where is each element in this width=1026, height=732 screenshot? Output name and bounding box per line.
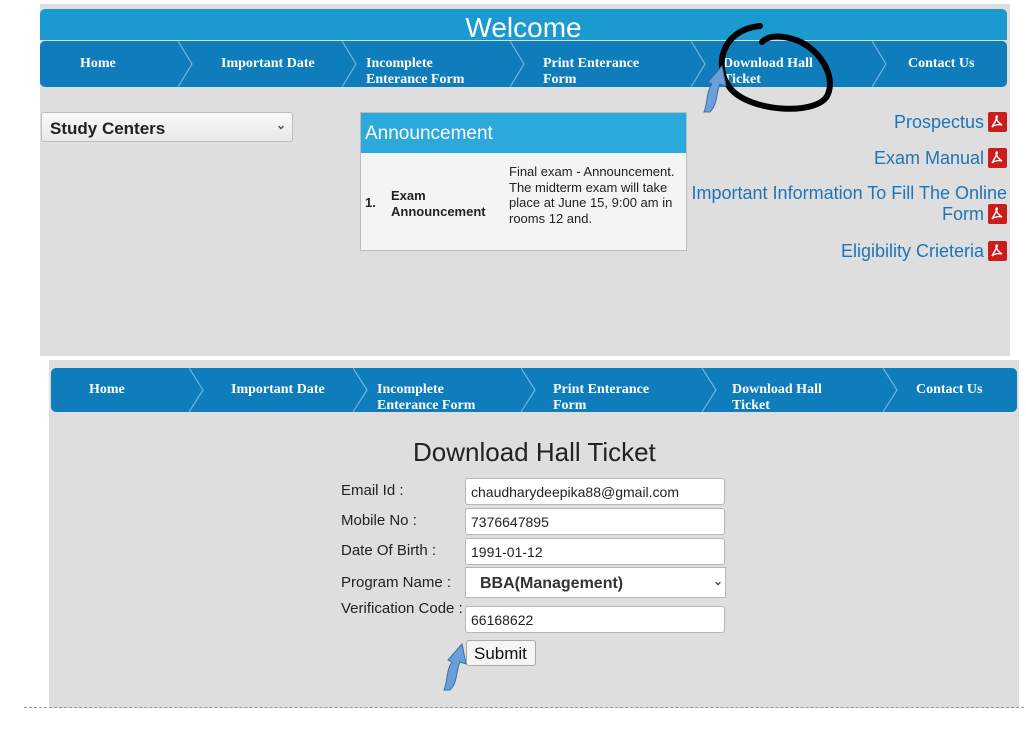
chevron-down-icon: ⌄ — [275, 118, 286, 132]
program-label: Program Name : — [341, 574, 452, 591]
email-field[interactable]: chaudharydeepika88@gmail.com — [465, 478, 725, 505]
verification-label: Verification Code : — [341, 600, 463, 617]
nav-separator — [510, 41, 528, 87]
nav-contact-us[interactable]: Contact Us — [901, 368, 1017, 412]
dob-label: Date Of Birth : — [341, 542, 437, 559]
pdf-icon — [988, 204, 1007, 225]
nav-incomplete-form[interactable]: Incomplete Enterance Form — [358, 41, 508, 87]
study-centers-select[interactable]: Study Centers ⌄ — [41, 112, 293, 142]
nav-incomplete-form[interactable]: Incomplete Enterance Form — [369, 368, 519, 412]
mobile-label: Mobile No : — [341, 512, 417, 529]
nav-important-date[interactable]: Important Date — [203, 368, 353, 412]
nav-important-date[interactable]: Important Date — [192, 41, 342, 87]
nav-home[interactable]: Home — [40, 41, 180, 87]
chevron-down-icon: ⌄ — [712, 574, 723, 588]
nav-download-hall-ticket[interactable]: Download Hall Ticket — [710, 41, 870, 87]
welcome-banner: Welcome — [40, 9, 1007, 43]
main-nav-2: Home Important Date Incomplete Enterance… — [51, 368, 1017, 412]
announcement-text: Final exam - Announcement. The midterm e… — [509, 164, 675, 226]
nav-print-form[interactable]: Print Enterance Form — [528, 41, 688, 87]
pointer-arrow-icon — [443, 642, 467, 691]
form-title: Download Hall Ticket — [413, 437, 656, 467]
page-divider — [24, 707, 1024, 708]
pointer-arrow-icon — [703, 64, 727, 113]
mobile-field[interactable]: 7376647895 — [465, 508, 725, 535]
announcement-number: 1. — [365, 195, 376, 210]
program-select[interactable]: BBA(Management) ⌄ — [465, 567, 726, 598]
nav-separator — [872, 41, 890, 87]
nav-download-hall-ticket[interactable]: Download Hall Ticket — [721, 368, 881, 412]
verification-field[interactable]: 66168622 — [465, 606, 725, 633]
nav-print-form[interactable]: Print Enterance Form — [539, 368, 699, 412]
nav-separator — [521, 368, 539, 412]
nav-separator — [702, 368, 720, 412]
announcement-heading: Announcement — [361, 113, 686, 153]
link-exam-manual[interactable]: Exam Manual — [874, 148, 1007, 169]
announcement-title[interactable]: Exam Announcement — [391, 188, 501, 220]
submit-button[interactable]: Submit — [466, 640, 536, 666]
nav-home[interactable]: Home — [51, 368, 191, 412]
link-important-information[interactable]: Important Information To Fill The Online… — [687, 183, 1007, 225]
pdf-icon — [988, 148, 1007, 169]
link-eligibility-criteria[interactable]: Eligibility Crieteria — [841, 241, 1007, 262]
announcement-box: Announcement 1. Exam Announcement Final … — [360, 112, 687, 251]
dob-field[interactable]: 1991-01-12 — [465, 538, 725, 565]
nav-separator — [883, 368, 901, 412]
nav-contact-us[interactable]: Contact Us — [890, 41, 1007, 87]
pdf-icon — [988, 241, 1007, 262]
pdf-icon — [988, 112, 1007, 133]
main-nav: Home Important Date Incomplete Enterance… — [40, 41, 1007, 87]
link-prospectus[interactable]: Prospectus — [894, 112, 1007, 133]
email-label: Email Id : — [341, 482, 404, 499]
